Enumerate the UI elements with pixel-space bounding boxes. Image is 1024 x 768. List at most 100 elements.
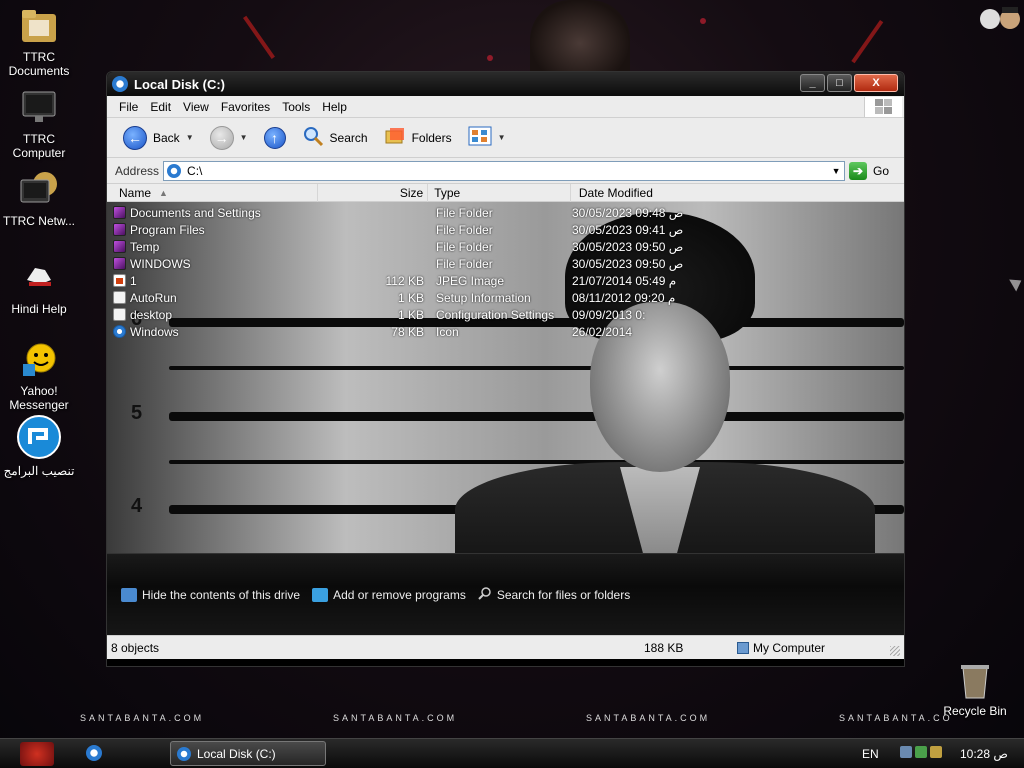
add-remove-programs-task[interactable]: Add or remove programs	[312, 587, 466, 602]
file-row[interactable]: Program Files File Folder 30/05/2023 09:…	[107, 221, 904, 238]
status-location-label: My Computer	[753, 640, 826, 655]
address-label: Address	[115, 163, 160, 178]
folders-button[interactable]: Folders	[378, 123, 458, 152]
column-header-size[interactable]: Size	[318, 184, 429, 202]
file-name: Temp	[130, 239, 160, 254]
desktop-icon-label: Yahoo! Messenger	[9, 384, 69, 412]
menu-bar: File Edit View Favorites Tools Help	[107, 96, 904, 118]
search-label: Search	[329, 130, 368, 145]
maximize-button[interactable]: □	[827, 74, 852, 92]
file-type: File Folder	[436, 205, 493, 220]
task-label: Search for files or folders	[496, 587, 631, 602]
views-icon	[468, 126, 492, 149]
desktop-icon-label: تنصيب البرامج	[3, 464, 75, 478]
back-arrow-icon: ←	[123, 125, 147, 150]
file-date: 26/02/2014	[572, 324, 633, 339]
menu-edit[interactable]: Edit	[144, 100, 177, 114]
desktop-icon-ttrc-documents[interactable]: TTRC Documents	[0, 6, 78, 78]
file-size: 1 KB	[397, 290, 424, 305]
file-row[interactable]: desktop 1 KB Configuration Settings 09/0…	[107, 306, 904, 323]
jpeg-file-icon	[113, 274, 126, 287]
menu-tools[interactable]: Tools	[276, 100, 316, 114]
menu-favorites[interactable]: Favorites	[215, 100, 276, 114]
up-arrow-icon: ↑	[263, 126, 286, 149]
column-header-date[interactable]: Date Modified	[571, 184, 904, 202]
start-button[interactable]	[20, 742, 54, 766]
file-row[interactable]: AutoRun 1 KB Setup Information 08/11/201…	[107, 289, 904, 306]
explorer-window: Local Disk (C:) _ □ X File Edit View Fav…	[106, 71, 905, 667]
wallpaper-watermark: SANTABANTA.COM	[333, 713, 458, 723]
back-button[interactable]: ← Back ▼	[117, 124, 200, 152]
file-name: Windows	[130, 324, 179, 339]
folder-tasks-bar: Hide the contents of this drive Add or r…	[107, 553, 904, 635]
file-type: Setup Information	[436, 290, 531, 305]
network-globe-icon	[19, 170, 59, 210]
taskbar-window-button[interactable]: Local Disk (C:)	[170, 741, 326, 766]
views-button[interactable]: ▼	[462, 124, 512, 151]
column-header-name[interactable]: Name ▲	[107, 184, 319, 202]
chevron-down-icon[interactable]: ▼	[828, 162, 844, 180]
chevron-down-icon[interactable]: ▼	[240, 133, 248, 142]
desktop-icon-install-programs[interactable]: تنصيب البرامج	[0, 414, 78, 478]
address-input[interactable]: C:\ ▼	[163, 160, 846, 181]
search-button[interactable]: Search	[296, 123, 374, 152]
sort-ascending-icon: ▲	[159, 187, 168, 198]
desktop-icon-yahoo-messenger[interactable]: Yahoo! Messenger	[0, 340, 78, 412]
clock[interactable]: 10:28 ص	[960, 747, 1008, 761]
wallpaper-streak	[851, 20, 884, 64]
search-files-task[interactable]: Search for files or folders	[478, 586, 630, 603]
resize-grip[interactable]	[890, 646, 900, 656]
chevron-down-icon[interactable]: ▼	[498, 133, 506, 142]
my-computer-icon	[737, 641, 749, 654]
desktop-icon-label: Hindi Help	[11, 302, 67, 316]
folder-icon	[113, 240, 126, 253]
file-type: File Folder	[436, 222, 493, 237]
file-list-area[interactable]: 6 5 4 Name ▲ Size Type Date Modified Doc…	[107, 184, 904, 553]
desktop-icon-recycle-bin[interactable]: Recycle Bin	[936, 660, 1014, 718]
file-type: Configuration Settings	[436, 307, 555, 322]
search-icon	[478, 586, 492, 603]
file-name: 1	[130, 273, 137, 288]
ie-drive-icon	[177, 746, 191, 761]
forward-button[interactable]: → ▼	[204, 124, 254, 152]
desktop-icon-hindi-help[interactable]: Hindi Help	[0, 258, 78, 316]
column-header-type[interactable]: Type	[428, 184, 571, 202]
task-label: Hide the contents of this drive	[142, 587, 301, 602]
desktop-icon-ttrc-computer[interactable]: TTRC Computer	[0, 88, 78, 160]
go-arrow-icon: ➔	[849, 161, 868, 180]
hide-drive-task[interactable]: Hide the contents of this drive	[121, 587, 301, 602]
file-row[interactable]: Documents and Settings File Folder 30/05…	[107, 204, 904, 221]
wallpaper-watermark: SANTABANTA.COM	[586, 713, 711, 723]
menu-help[interactable]: Help	[316, 100, 353, 114]
safely-remove-tray-icon[interactable]	[915, 746, 927, 758]
chevron-down-icon[interactable]: ▼	[186, 133, 194, 142]
menu-file[interactable]: File	[113, 100, 144, 114]
file-name: AutoRun	[130, 290, 177, 305]
mouse-cursor	[1009, 274, 1024, 292]
desktop-icon-ttrc-network[interactable]: TTRC Netw...	[0, 170, 78, 228]
menu-view[interactable]: View	[177, 100, 215, 114]
close-button[interactable]: X	[854, 74, 898, 92]
window-titlebar[interactable]: Local Disk (C:) _ □ X	[107, 72, 904, 96]
file-date: 30/05/2023 09:50 ص	[572, 239, 684, 254]
window-title: Local Disk (C:)	[134, 76, 226, 92]
status-bar: 8 objects 188 KB My Computer	[107, 635, 904, 659]
taskbar-window-label: Local Disk (C:)	[197, 746, 276, 761]
install-programs-icon	[16, 414, 62, 460]
go-button[interactable]: ➔ Go	[849, 161, 889, 180]
up-folder-button[interactable]: ↑	[258, 125, 292, 151]
file-name: Documents and Settings	[130, 205, 261, 220]
minimize-button[interactable]: _	[800, 74, 825, 92]
file-date: 30/05/2023 09:41 ص	[572, 222, 684, 237]
desktop-icon-label: TTRC Documents	[8, 50, 70, 78]
folders-icon	[384, 125, 406, 150]
quick-launch-ie-icon[interactable]	[86, 745, 102, 761]
task-label: Add or remove programs	[333, 587, 466, 602]
network-tray-icon[interactable]	[900, 746, 912, 758]
language-indicator[interactable]: EN	[862, 747, 879, 761]
file-row[interactable]: Temp File Folder 30/05/2023 09:50 ص	[107, 238, 904, 255]
file-row[interactable]: WINDOWS File Folder 30/05/2023 09:50 ص	[107, 255, 904, 272]
file-row[interactable]: Windows 78 KB Icon 26/02/2014	[107, 323, 904, 340]
wand-tray-icon[interactable]	[930, 746, 942, 758]
file-row[interactable]: 1 112 KB JPEG Image 21/07/2014 05:49 م	[107, 272, 904, 289]
